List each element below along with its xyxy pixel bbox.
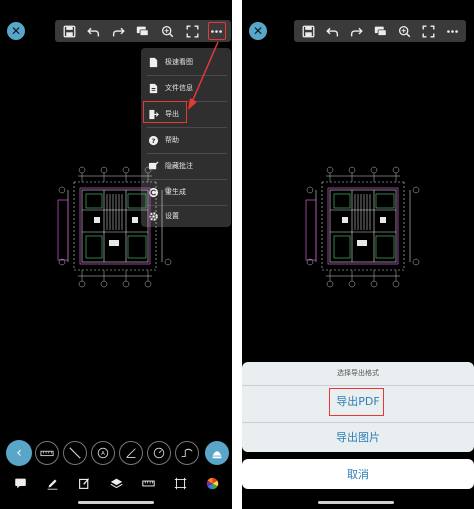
ruler-icon[interactable] [140, 475, 156, 491]
polyline-tool-icon[interactable] [175, 441, 199, 465]
menu-item-help[interactable]: ? 帮助 [141, 128, 231, 152]
file-icon [148, 57, 159, 68]
arc-tool-icon[interactable] [147, 441, 171, 465]
layers-icon[interactable] [108, 475, 124, 491]
svg-text:A: A [101, 451, 105, 457]
more-icon[interactable] [443, 22, 461, 40]
comment-icon[interactable] [134, 22, 152, 40]
svg-text:?: ? [152, 136, 156, 144]
pen-icon[interactable] [44, 475, 60, 491]
dimension-tool-icon[interactable] [205, 441, 229, 465]
fullscreen-icon[interactable] [183, 22, 201, 40]
frame-icon[interactable] [172, 475, 188, 491]
cad-floor-plan [57, 166, 172, 288]
top-toolbar [294, 20, 466, 42]
collapse-tools-button[interactable]: ‹ [6, 440, 32, 466]
fullscreen-icon[interactable] [419, 22, 437, 40]
home-indicator [78, 501, 154, 504]
angle-tool-icon[interactable] [119, 441, 143, 465]
right-screen: ✕ 选择导出格式 导出PDF 导出图片 取消 [242, 0, 474, 509]
sheet-divider [242, 422, 474, 423]
color-wheel-icon[interactable] [204, 475, 220, 491]
zoom-icon[interactable] [159, 22, 177, 40]
area-tool-icon[interactable]: A [91, 441, 115, 465]
undo-icon[interactable] [323, 22, 341, 40]
line-tool-icon[interactable] [63, 441, 87, 465]
cancel-button[interactable]: 取消 [242, 459, 474, 489]
export-image-option[interactable]: 导出图片 [242, 429, 474, 445]
top-toolbar [55, 20, 231, 42]
save-icon[interactable] [60, 22, 78, 40]
home-indicator [318, 501, 394, 504]
menu-item-label: 帮助 [165, 136, 179, 144]
pointer-arrow [188, 41, 219, 110]
cad-floor-plan [305, 166, 420, 288]
pdf-highlight-box [329, 388, 384, 416]
comment-icon[interactable] [371, 22, 389, 40]
screen-divider [232, 0, 242, 509]
save-icon[interactable] [299, 22, 317, 40]
bottom-toolbar [0, 470, 232, 496]
redo-icon[interactable] [347, 22, 365, 40]
left-screen: ✕ 极速看图 文件信息 导出 ? 帮助 隐藏批注 重生成 设置 ‹ A [0, 0, 232, 509]
export-highlight-box [143, 101, 187, 123]
edit-icon[interactable] [76, 475, 92, 491]
undo-icon[interactable] [85, 22, 103, 40]
measure-tool-icon[interactable] [35, 441, 59, 465]
redo-icon[interactable] [109, 22, 127, 40]
close-icon[interactable]: ✕ [249, 22, 267, 40]
close-icon[interactable]: ✕ [7, 22, 25, 40]
text-annotation-icon[interactable] [12, 475, 28, 491]
sheet-title: 选择导出格式 [337, 369, 379, 377]
file-info-icon [148, 83, 159, 94]
more-icon[interactable] [207, 22, 226, 40]
sheet-divider [242, 385, 474, 386]
help-icon: ? [148, 135, 159, 146]
zoom-icon[interactable] [395, 22, 413, 40]
